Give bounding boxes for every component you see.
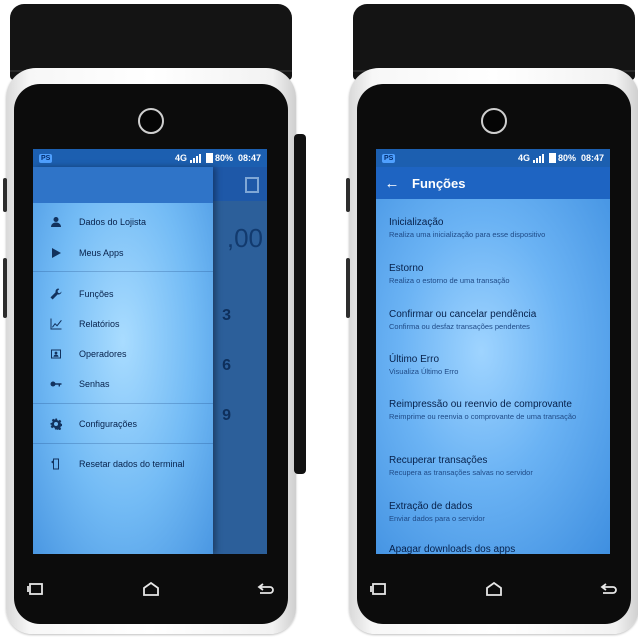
side-button[interactable]	[346, 258, 350, 318]
screen-left: PS 4G 80% 08:47 ,00 3 6 9 Dados do Lojis…	[33, 149, 267, 554]
function-description: Visualiza Último Erro	[389, 367, 459, 376]
camera-icon	[481, 108, 507, 134]
drawer-item-label: Operadores	[79, 349, 127, 359]
amount-display: ,00	[226, 223, 263, 253]
status-bar: PS 4G 80% 08:47	[33, 149, 267, 167]
function-item-inicializacao[interactable]: Inicialização Realiza uma inicialização …	[389, 217, 602, 239]
clock: 08:47	[580, 153, 604, 163]
drawer-item-label: Funções	[79, 289, 114, 299]
drawer-header	[33, 167, 213, 203]
function-title: Último Erro	[389, 354, 440, 365]
battery-label: 80%	[557, 153, 576, 163]
function-description: Realiza uma inicialização para esse disp…	[389, 230, 546, 239]
function-item-apagar-downloads[interactable]: Apagar downloads dos apps	[389, 544, 602, 554]
function-item-recuperar-transacoes[interactable]: Recuperar transações Recupera as transaç…	[389, 455, 602, 477]
function-title: Recuperar transações	[389, 455, 488, 466]
drawer-item-meus-apps[interactable]: Meus Apps	[33, 242, 213, 264]
function-title: Inicialização	[389, 217, 444, 228]
divider	[33, 443, 213, 444]
home-icon[interactable]	[139, 579, 163, 599]
function-description: Realiza o estorno de uma transação	[389, 276, 510, 285]
function-title: Reimpressão ou reenvio de comprovante	[389, 399, 572, 410]
function-item-estorno[interactable]: Estorno Realiza o estorno de uma transaç…	[389, 263, 602, 285]
keypad-key[interactable]: 6	[222, 357, 231, 375]
screen-right: PS 4G 80% 08:47 ← Funções Inicialização …	[376, 149, 610, 554]
toolbar: ← Funções	[376, 167, 610, 199]
chart-icon	[33, 318, 79, 330]
network-label: 4G	[174, 153, 187, 163]
divider	[33, 403, 213, 404]
battery-label: 80%	[214, 153, 233, 163]
signal-icon	[189, 153, 202, 163]
drawer-item-senhas[interactable]: Senhas	[33, 373, 213, 395]
function-item-reimpressao[interactable]: Reimpressão ou reenvio de comprovante Re…	[389, 399, 602, 421]
function-description: Confirma ou desfaz transações pendentes	[389, 322, 530, 331]
gear-icon	[33, 418, 79, 430]
pos-device-right: PS 4G 80% 08:47 ← Funções Inicialização …	[346, 4, 638, 634]
side-button[interactable]	[346, 178, 350, 212]
drawer-item-funcoes[interactable]: Funções	[33, 283, 213, 305]
person-icon	[33, 216, 79, 228]
function-description: Enviar dados para o servidor	[389, 514, 485, 523]
drawer-item-label: Resetar dados do terminal	[79, 459, 185, 469]
drawer-item-relatorios[interactable]: Relatórios	[33, 313, 213, 335]
clock: 08:47	[237, 153, 261, 163]
function-title: Extração de dados	[389, 501, 473, 512]
back-icon[interactable]	[254, 579, 278, 599]
nav-bar	[24, 574, 278, 604]
camera-icon	[138, 108, 164, 134]
drawer-item-label: Configurações	[79, 419, 138, 429]
page-title: Funções	[412, 175, 466, 191]
key-icon	[33, 378, 79, 390]
play-icon	[33, 247, 79, 259]
app-badge: PS	[39, 153, 53, 163]
back-icon[interactable]	[597, 579, 621, 599]
drawer-item-configuracoes[interactable]: Configurações	[33, 413, 213, 435]
keypad-key[interactable]: 3	[222, 307, 231, 325]
arrow-back-icon[interactable]: ←	[376, 175, 408, 192]
drawer-item-resetar-dados[interactable]: Resetar dados do terminal	[33, 453, 213, 475]
divider	[33, 271, 213, 272]
pos-device-left: PS 4G 80% 08:47 ,00 3 6 9 Dados do Lojis…	[3, 4, 306, 634]
battery-icon	[205, 153, 213, 163]
navigation-drawer: Dados do Lojista Meus Apps Funções Relat…	[33, 167, 213, 554]
function-description: Recupera as transações salvas no servido…	[389, 468, 533, 477]
function-description: Reimprime ou reenvia o comprovante de um…	[389, 412, 577, 421]
calendar-icon[interactable]	[245, 177, 259, 193]
app-badge: PS	[382, 153, 396, 163]
recent-apps-icon[interactable]	[24, 579, 48, 599]
drawer-item-dados-do-lojista[interactable]: Dados do Lojista	[33, 211, 213, 233]
drawer-item-label: Relatórios	[79, 319, 120, 329]
function-title: Confirmar ou cancelar pendência	[389, 309, 537, 320]
battery-icon	[548, 153, 556, 163]
signal-icon	[532, 153, 545, 163]
drawer-item-operadores[interactable]: Operadores	[33, 343, 213, 365]
function-item-ultimo-erro[interactable]: Último Erro Visualiza Último Erro	[389, 354, 602, 376]
function-item-extracao-de-dados[interactable]: Extração de dados Enviar dados para o se…	[389, 501, 602, 523]
status-bar: PS 4G 80% 08:47	[376, 149, 610, 167]
drawer-item-label: Meus Apps	[79, 248, 124, 258]
function-title: Estorno	[389, 263, 424, 274]
drawer-item-label: Senhas	[79, 379, 110, 389]
recent-apps-icon[interactable]	[367, 579, 391, 599]
network-label: 4G	[517, 153, 530, 163]
home-icon[interactable]	[482, 579, 506, 599]
card-slot	[294, 134, 306, 474]
keypad-key[interactable]: 9	[222, 407, 231, 425]
wrench-icon	[33, 288, 79, 300]
function-item-confirmar-pendencia[interactable]: Confirmar ou cancelar pendência Confirma…	[389, 309, 602, 331]
nav-bar	[367, 574, 621, 604]
side-button[interactable]	[3, 178, 7, 212]
side-button[interactable]	[3, 258, 7, 318]
reset-device-icon	[33, 458, 79, 470]
function-title: Apagar downloads dos apps	[389, 544, 516, 554]
id-card-icon	[33, 348, 79, 360]
drawer-item-label: Dados do Lojista	[79, 217, 147, 227]
